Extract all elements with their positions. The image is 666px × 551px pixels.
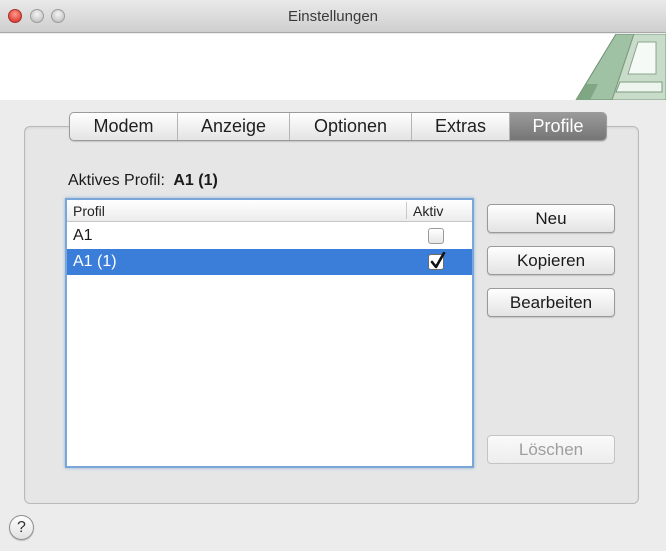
active-checkbox-checked[interactable] [428, 252, 446, 270]
profile-name: A1 (1) [73, 253, 117, 270]
active-profile-line: Aktives Profil: A1 (1) [68, 172, 218, 190]
table-row[interactable]: A1 [67, 223, 472, 249]
title-bar[interactable]: Einstellungen [0, 0, 666, 33]
tab-profile[interactable]: Profile [510, 113, 606, 140]
app-logo-icon [516, 34, 666, 100]
preferences-window: Einstellungen Modem Anzeige Optionen Ext… [0, 0, 666, 551]
column-header-aktiv[interactable]: Aktiv [413, 203, 443, 219]
tab-modem[interactable]: Modem [70, 113, 178, 140]
tab-optionen[interactable]: Optionen [290, 113, 412, 140]
profile-table[interactable]: Profil Aktiv A1 A1 (1) [65, 198, 474, 468]
column-header-profil[interactable]: Profil [73, 203, 105, 219]
tab-anzeige[interactable]: Anzeige [178, 113, 290, 140]
copy-profile-button[interactable]: Kopieren [487, 246, 615, 275]
active-profile-label: Aktives Profil: [68, 172, 165, 189]
checkmark-icon [430, 252, 446, 269]
active-checkbox[interactable] [428, 228, 444, 244]
column-divider[interactable] [406, 202, 407, 219]
active-profile-value: A1 (1) [173, 172, 218, 189]
help-icon[interactable]: ? [9, 515, 34, 540]
edit-profile-button[interactable]: Bearbeiten [487, 288, 615, 317]
new-profile-button[interactable]: Neu [487, 204, 615, 233]
delete-profile-button[interactable]: Löschen [487, 435, 615, 464]
table-header: Profil Aktiv [67, 200, 472, 222]
tab-bar: Modem Anzeige Optionen Extras Profile [69, 112, 607, 141]
table-row-selected[interactable]: A1 (1) [67, 249, 472, 275]
window-title: Einstellungen [287, 8, 379, 25]
tab-extras[interactable]: Extras [412, 113, 510, 140]
profile-name: A1 [73, 227, 93, 244]
